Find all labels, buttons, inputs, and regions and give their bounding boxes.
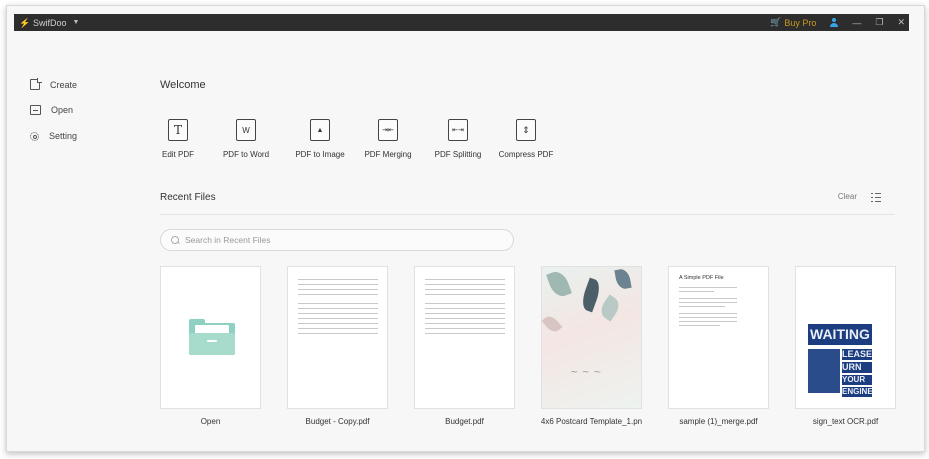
buy-pro-label: Buy Pro [784, 17, 817, 28]
tool-label: Edit PDF [161, 150, 194, 159]
spreadsheet-preview [298, 279, 378, 338]
compress-pdf-icon: ⇕ [516, 119, 536, 141]
search-icon [171, 236, 179, 244]
sidebar: Create Open Setting [14, 31, 134, 440]
ocr-line: ENGINE [842, 387, 873, 397]
divider [160, 214, 895, 215]
recent-files-list: Open Budget - Copy.pdf Budget.pdf ~ ~ ~ … [160, 266, 896, 426]
file-card-sign-ocr[interactable]: WAITING LEASE URN OFF YOUR ENGINE sign_t… [795, 266, 896, 426]
postcard-preview: ~ ~ ~ [542, 267, 641, 408]
user-icon[interactable] [830, 18, 839, 27]
pdf-splitting-icon: ⇤⇥ [448, 119, 468, 141]
spreadsheet-preview [425, 279, 505, 338]
sidebar-item-label: Create [50, 79, 78, 90]
file-thumbnail [160, 266, 261, 409]
title-bar: ⚡ SwifDoo ▼ 🛒 Buy Pro — ❐ ✕ [14, 14, 909, 31]
tool-pdf-merging[interactable]: ⇥⇤ PDF Merging [358, 119, 418, 159]
file-card-budget-copy[interactable]: Budget - Copy.pdf [287, 266, 388, 426]
postcard-script-decoration: ~ ~ ~ [570, 367, 602, 378]
file-thumbnail [414, 266, 515, 409]
search-input[interactable] [185, 235, 485, 245]
file-card-sample-merge[interactable]: A Simple PDF File sample (1)_merge.pdf [668, 266, 769, 426]
cart-icon: 🛒 [770, 17, 782, 27]
tool-compress-pdf[interactable]: ⇕ Compress PDF [496, 119, 556, 159]
search-box[interactable] [160, 229, 514, 251]
file-thumbnail [287, 266, 388, 409]
buy-pro-button[interactable]: 🛒 Buy Pro [770, 17, 816, 28]
ocr-line: WAITING [808, 324, 872, 345]
pdf-merging-icon: ⇥⇤ [378, 119, 398, 141]
ocr-line: YOUR [842, 375, 872, 385]
main-area: Create Open Setting Welcome T Edit PDF W… [14, 31, 909, 440]
tool-label: PDF Splitting [434, 150, 482, 159]
file-card-budget[interactable]: Budget.pdf [414, 266, 515, 426]
sidebar-item-label: Open [51, 105, 74, 115]
file-name: Open [200, 417, 221, 426]
list-view-icon[interactable] [871, 192, 881, 202]
content-panel: Welcome T Edit PDF W PDF to Word ▲ PDF t… [160, 31, 896, 440]
sidebar-item-open[interactable]: Open [30, 105, 73, 115]
tool-pdf-splitting[interactable]: ⇤⇥ PDF Splitting [428, 119, 488, 159]
file-name: Budget - Copy.pdf [305, 417, 370, 426]
folder-icon [189, 319, 235, 355]
file-name: sign_text OCR.pdf [812, 417, 879, 426]
tool-label: PDF to Word [222, 150, 270, 159]
edit-pdf-icon: T [168, 119, 188, 141]
clear-button[interactable]: Clear [838, 192, 857, 201]
gear-icon [30, 131, 39, 141]
file-name: sample (1)_merge.pdf [679, 417, 758, 426]
minimize-button[interactable]: — [852, 18, 861, 28]
pdf-to-word-icon: W [236, 119, 256, 141]
file-thumbnail: A Simple PDF File [668, 266, 769, 409]
tool-label: PDF Merging [364, 150, 412, 159]
app-name[interactable]: SwifDoo [33, 18, 67, 28]
pdf-to-image-icon: ▲ [310, 119, 330, 141]
tool-label: PDF to Image [295, 150, 345, 159]
tool-bar: T Edit PDF W PDF to Word ▲ PDF to Image … [160, 119, 556, 159]
file-name: Budget.pdf [445, 417, 484, 426]
sidebar-item-setting[interactable]: Setting [30, 131, 77, 141]
tool-pdf-to-image[interactable]: ▲ PDF to Image [290, 119, 350, 159]
ocr-line: LEASE [842, 349, 873, 360]
sidebar-item-label: Setting [49, 131, 78, 141]
file-name: 4x6 Postcard Template_1.pn [540, 417, 643, 426]
sidebar-item-create[interactable]: Create [30, 78, 78, 90]
text-preview [679, 287, 737, 330]
create-icon [30, 78, 42, 90]
doc-title: A Simple PDF File [679, 275, 724, 281]
tool-edit-pdf[interactable]: T Edit PDF [160, 119, 196, 159]
tool-pdf-to-word[interactable]: W PDF to Word [210, 119, 282, 159]
chevron-down-icon[interactable]: ▼ [73, 19, 80, 26]
maximize-button[interactable]: ❐ [875, 17, 883, 28]
file-thumbnail: ~ ~ ~ [541, 266, 642, 409]
file-thumbnail: WAITING LEASE URN OFF YOUR ENGINE [795, 266, 896, 409]
ocr-line: URN OFF [842, 362, 872, 383]
ocr-image-block [808, 349, 840, 393]
file-card-open[interactable]: Open [160, 266, 261, 426]
swifdoo-logo-icon: ⚡ [19, 17, 31, 28]
recent-files-title: Recent Files [160, 192, 216, 203]
tool-label: Compress PDF [498, 150, 554, 159]
file-card-postcard[interactable]: ~ ~ ~ 4x6 Postcard Template_1.pn [541, 266, 642, 426]
page-title: Welcome [160, 79, 206, 91]
close-button[interactable]: ✕ [897, 17, 905, 28]
open-icon [30, 105, 41, 115]
